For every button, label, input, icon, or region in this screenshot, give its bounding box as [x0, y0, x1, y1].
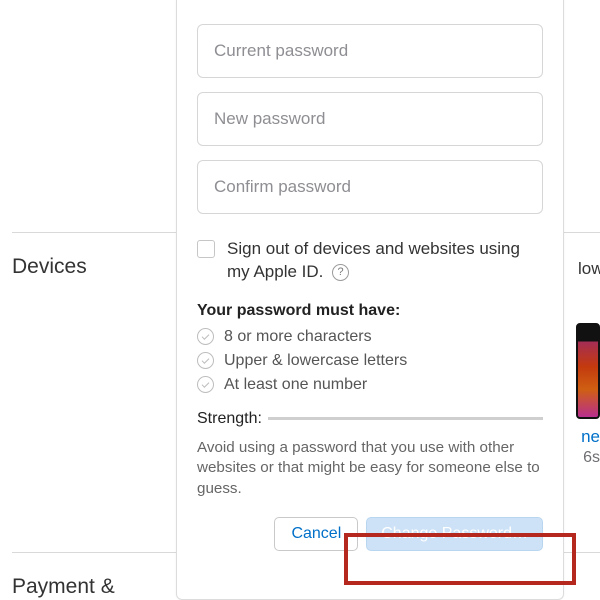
check-icon — [197, 352, 214, 369]
cancel-button[interactable]: Cancel — [274, 517, 358, 551]
signout-checkbox-label: Sign out of devices and websites using m… — [227, 238, 520, 284]
page-root: Devices low ne 6s Payment & Sign out of … — [0, 0, 600, 600]
strength-row: Strength: — [197, 410, 543, 428]
check-icon — [197, 376, 214, 393]
current-password-input[interactable] — [197, 24, 543, 78]
device-thumbnail[interactable] — [576, 323, 600, 419]
requirement-chars-text: 8 or more characters — [224, 328, 372, 346]
requirement-number: At least one number — [197, 376, 543, 394]
change-password-popover: Sign out of devices and websites using m… — [176, 0, 564, 600]
signout-label-line1: Sign out of devices and websites using — [227, 239, 520, 258]
requirement-case-text: Upper & lowercase letters — [224, 352, 407, 370]
button-row: Cancel Change Password… — [197, 517, 543, 551]
device-name-link[interactable]: ne — [572, 427, 600, 447]
requirement-number-text: At least one number — [224, 376, 367, 394]
new-password-input[interactable] — [197, 92, 543, 146]
password-requirements-heading: Your password must have: — [197, 302, 543, 320]
password-advice: Avoid using a password that you use with… — [197, 438, 543, 500]
strength-label: Strength: — [197, 410, 262, 428]
confirm-password-input[interactable] — [197, 160, 543, 214]
check-icon — [197, 328, 214, 345]
devices-subtext: low — [578, 233, 600, 279]
requirement-chars: 8 or more characters — [197, 328, 543, 346]
change-password-button[interactable]: Change Password… — [366, 517, 543, 551]
signout-checkbox-row: Sign out of devices and websites using m… — [197, 238, 543, 284]
help-icon[interactable]: ? — [332, 264, 349, 281]
requirement-case: Upper & lowercase letters — [197, 352, 543, 370]
strength-meter — [268, 417, 543, 420]
signout-checkbox[interactable] — [197, 240, 215, 258]
signout-label-line2: my Apple ID. — [227, 262, 323, 281]
device-model: 6s — [572, 449, 600, 467]
